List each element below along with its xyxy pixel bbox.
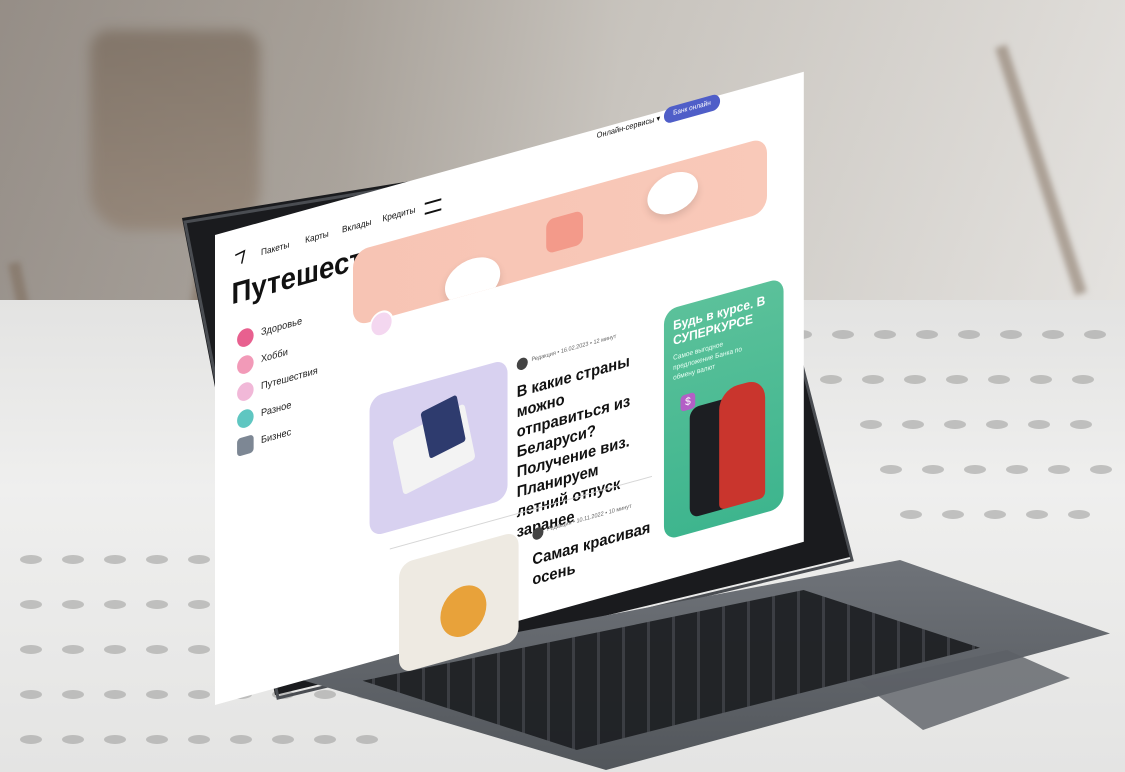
table-hole: [146, 600, 168, 609]
heart-icon: [237, 353, 254, 376]
table-hole: [958, 330, 980, 339]
table-hole: [986, 420, 1008, 429]
table-hole: [1068, 510, 1090, 519]
author-avatar-icon: [516, 356, 528, 372]
table-hole: [188, 555, 210, 564]
table-hole: [916, 330, 938, 339]
table-hole: [1048, 465, 1070, 474]
table-hole: [904, 375, 926, 384]
table-hole: [832, 330, 854, 339]
van-icon: [237, 380, 254, 403]
passport-image: [369, 358, 508, 538]
table-hole: [272, 690, 294, 699]
bank-logo-icon[interactable]: [233, 248, 248, 268]
table-hole: [104, 645, 126, 654]
table-hole: [984, 510, 1006, 519]
table-hole: [188, 645, 210, 654]
table-hole: [104, 600, 126, 609]
table-hole: [902, 420, 924, 429]
table-hole: [146, 555, 168, 564]
table-hole: [146, 735, 168, 744]
nav-item-credits[interactable]: Кредиты: [382, 204, 415, 223]
table-hole: [20, 735, 42, 744]
nav-item-deposits[interactable]: Вклады: [342, 217, 371, 235]
misc-icon: [237, 407, 254, 430]
table-hole: [988, 375, 1010, 384]
table-hole: [230, 735, 252, 744]
category-label: Здоровье: [261, 315, 303, 339]
table-hole: [62, 555, 84, 564]
table-hole: [1006, 465, 1028, 474]
heart-cross-icon: [237, 326, 254, 349]
category-label: Бизнес: [261, 426, 292, 447]
table-hole: [862, 375, 884, 384]
table-hole: [188, 735, 210, 744]
table-hole: [880, 465, 902, 474]
promo-banner[interactable]: Будь в курсе. В СУПЕРКУРСЕ Самое выгодно…: [663, 277, 784, 541]
table-hole: [104, 690, 126, 699]
category-label: Путешествия: [261, 365, 318, 393]
table-hole: [188, 690, 210, 699]
table-hole: [946, 375, 968, 384]
table-hole: [860, 420, 882, 429]
table-hole: [1030, 375, 1052, 384]
table-hole: [62, 735, 84, 744]
category-label: Хобби: [261, 346, 288, 366]
table-hole: [272, 735, 294, 744]
table-hole: [62, 600, 84, 609]
nav-item-packages[interactable]: Пакеты: [261, 239, 289, 257]
table-hole: [188, 600, 210, 609]
article-author: Редакция: [531, 350, 556, 364]
table-hole: [1072, 375, 1094, 384]
table-hole: [20, 600, 42, 609]
background-chair: [90, 30, 260, 230]
article-title[interactable]: В какие страны можно отправиться из Бела…: [517, 346, 650, 543]
table-hole: [62, 645, 84, 654]
table-hole: [1000, 330, 1022, 339]
author-avatar-icon: [532, 525, 544, 542]
table-hole: [62, 690, 84, 699]
category-label: Разное: [261, 399, 292, 420]
table-hole: [1084, 330, 1106, 339]
table-hole: [314, 690, 336, 699]
table-hole: [900, 510, 922, 519]
travel-van-image: [546, 210, 583, 255]
table-hole: [1028, 420, 1050, 429]
table-hole: [820, 375, 842, 384]
article-read-time: 12 минут: [593, 333, 617, 347]
table-hole: [944, 420, 966, 429]
table-hole: [104, 735, 126, 744]
table-hole: [1090, 465, 1112, 474]
table-hole: [20, 645, 42, 654]
briefcase-icon: [237, 434, 254, 457]
table-hole: [314, 735, 336, 744]
cloud-image: [647, 166, 698, 221]
article-date: 16.02.2023: [560, 341, 589, 356]
table-hole: [1042, 330, 1064, 339]
nav-item-cards[interactable]: Карты: [305, 228, 329, 245]
table-hole: [356, 735, 378, 744]
cloud-image: [445, 250, 501, 312]
table-hole: [20, 555, 42, 564]
table-hole: [104, 555, 126, 564]
table-hole: [922, 465, 944, 474]
table-hole: [20, 690, 42, 699]
person-image: [719, 377, 766, 511]
table-hole: [1070, 420, 1092, 429]
table-hole: [874, 330, 896, 339]
table-hole: [942, 510, 964, 519]
table-hole: [964, 465, 986, 474]
menu-icon[interactable]: [424, 198, 442, 215]
table-hole: [146, 690, 168, 699]
table-hole: [146, 645, 168, 654]
table-hole: [1026, 510, 1048, 519]
